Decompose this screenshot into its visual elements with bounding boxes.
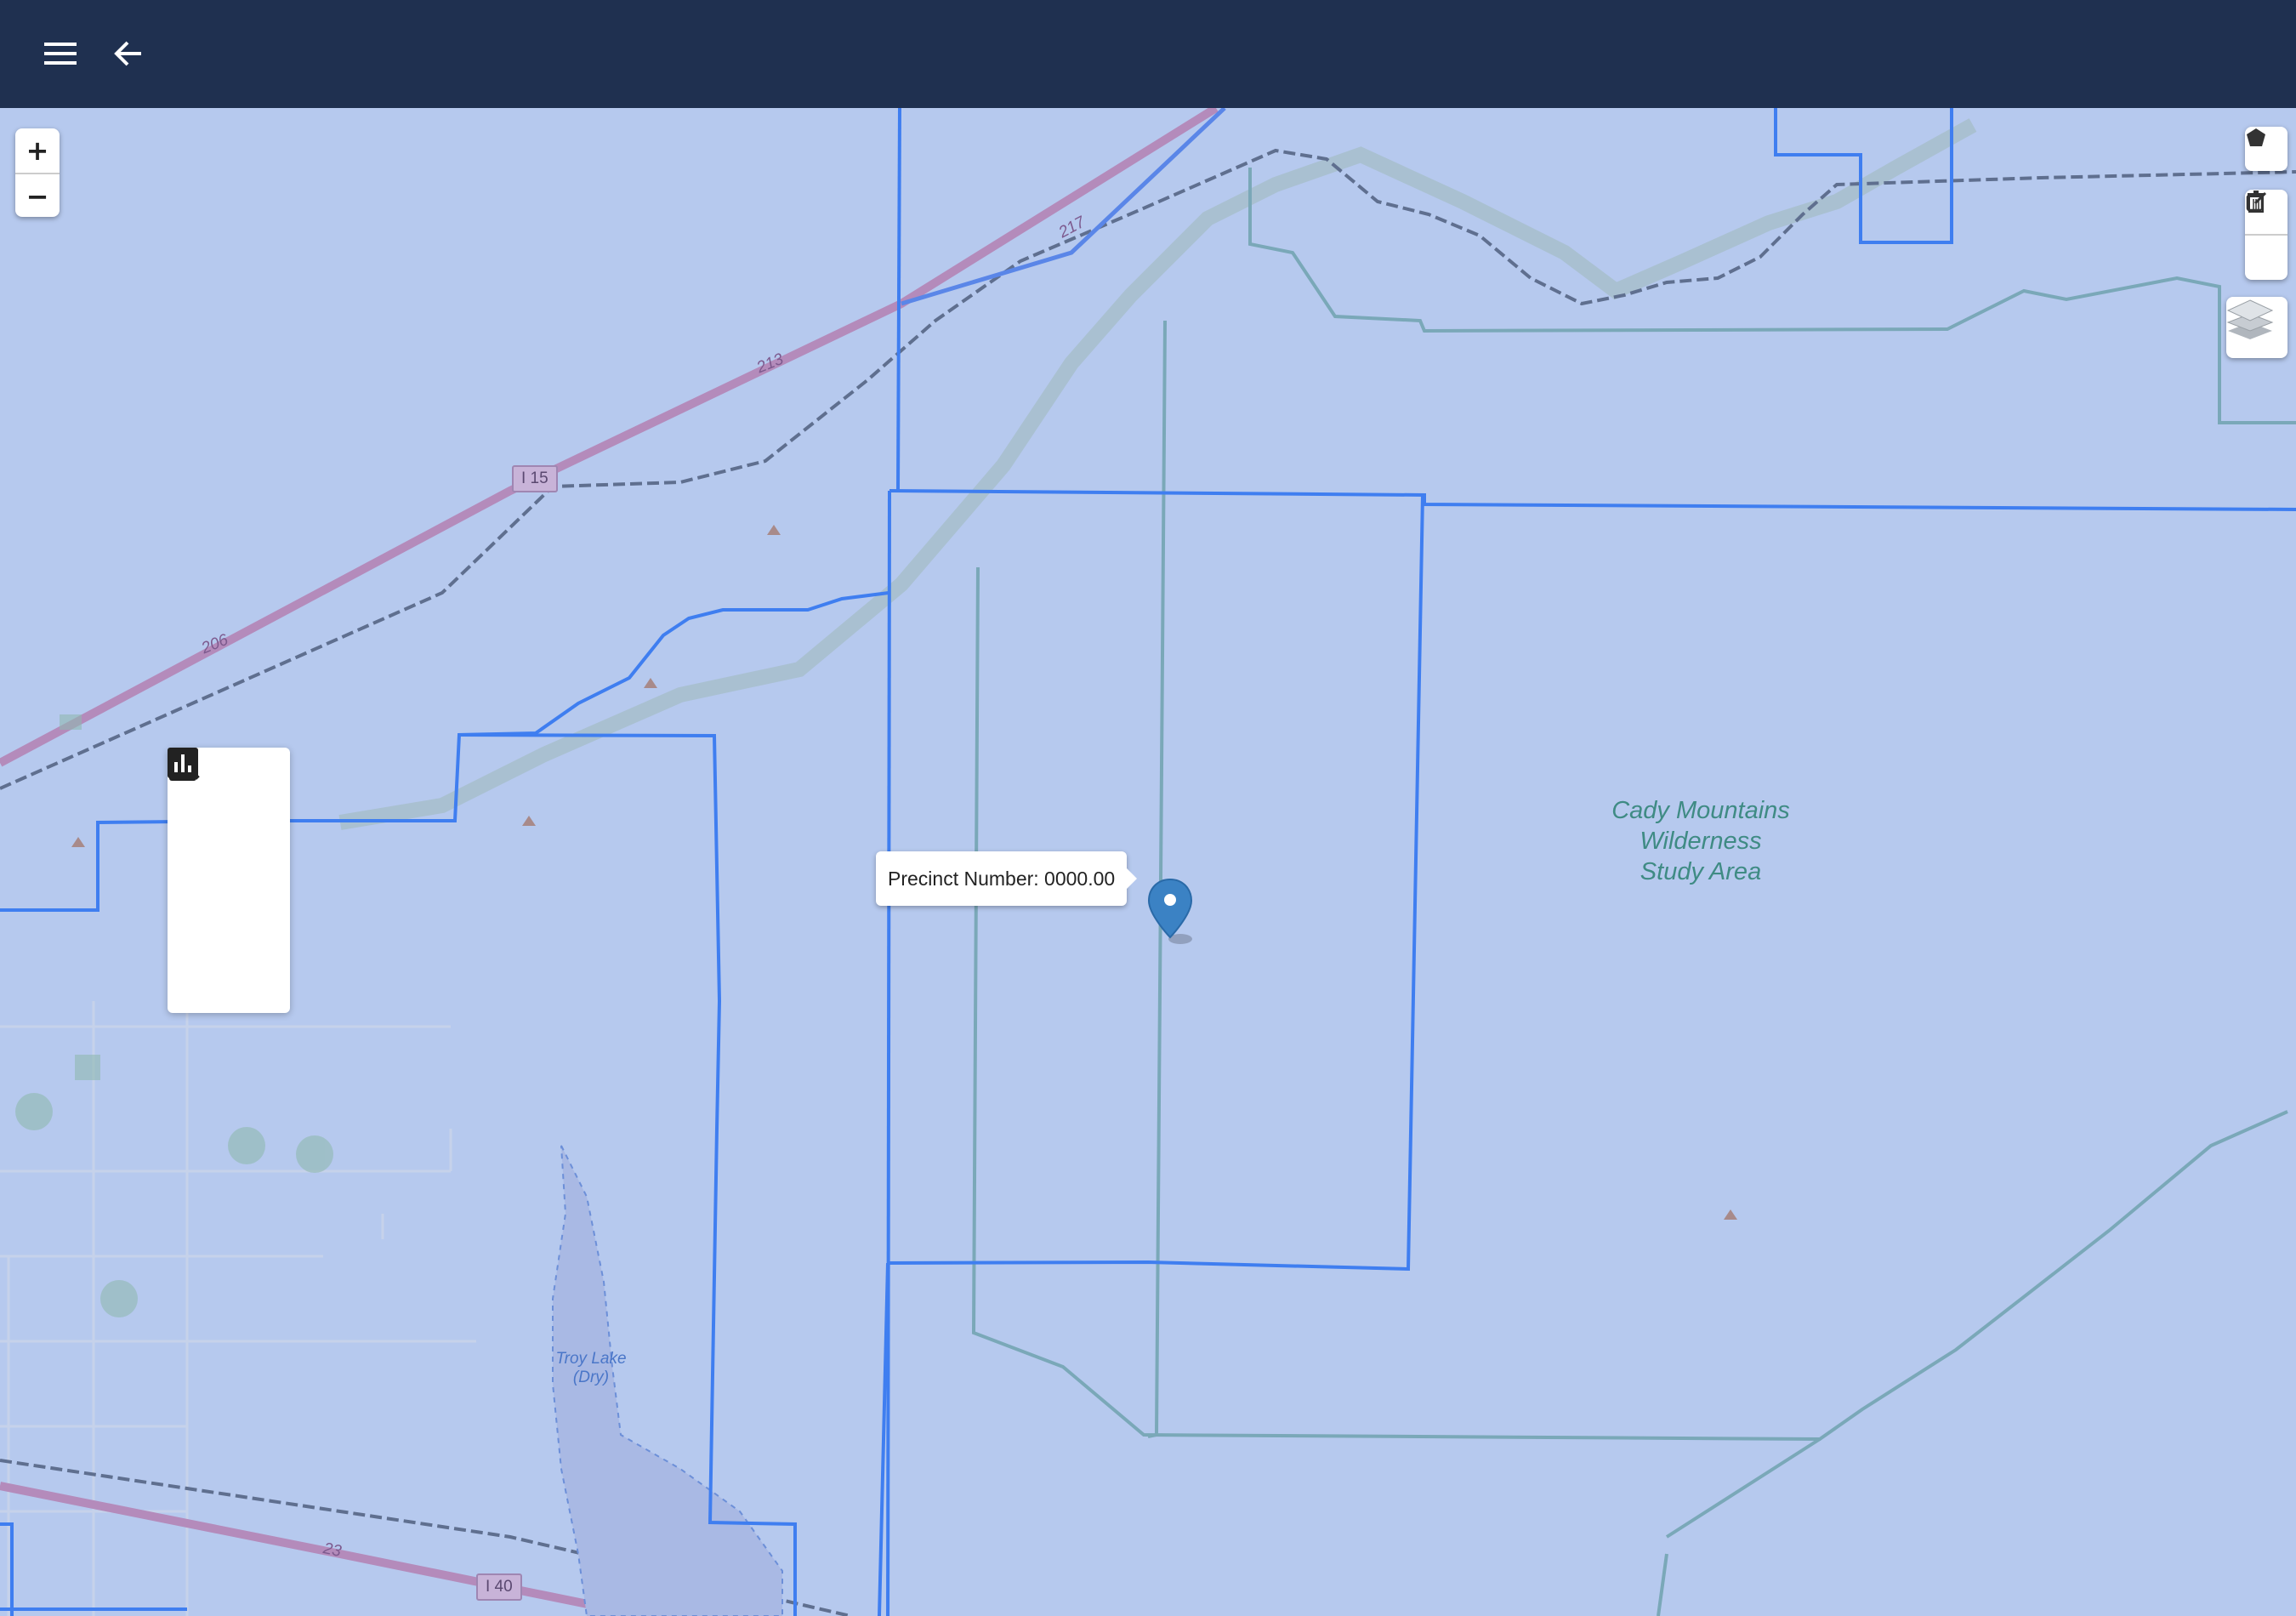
street-grid bbox=[0, 942, 476, 1616]
railway bbox=[0, 148, 2296, 790]
precinct-boundaries bbox=[0, 108, 2296, 1616]
tool-panel bbox=[168, 748, 290, 1013]
menu-button[interactable] bbox=[32, 32, 88, 78]
route-23-label: 23 bbox=[321, 1539, 344, 1561]
zoom-in-button[interactable]: + bbox=[15, 128, 60, 173]
arrow-back-icon bbox=[114, 39, 143, 72]
map-tiles bbox=[0, 108, 2296, 1616]
wilderness-boundary bbox=[1657, 1437, 1821, 1616]
wilderness-boundary bbox=[1248, 168, 2296, 424]
report-button[interactable] bbox=[168, 748, 290, 916]
highway-i15 bbox=[0, 108, 1219, 767]
top-app-bar bbox=[0, 0, 2296, 108]
map-marker-icon[interactable] bbox=[1146, 878, 1197, 954]
delete-layers-button[interactable] bbox=[2245, 191, 2287, 280]
wilderness-label-line: Study Area bbox=[1640, 858, 1762, 885]
zoom-control: + − bbox=[15, 128, 60, 217]
lake-label-line: (Dry) bbox=[572, 1368, 610, 1386]
lake-label: Troy Lake (Dry) bbox=[544, 1350, 638, 1387]
i40-shield: I 40 bbox=[476, 1573, 522, 1601]
menu-icon bbox=[44, 41, 77, 71]
wilderness-label-line: Cady Mountains bbox=[1611, 797, 1790, 824]
wilderness-boundary bbox=[971, 566, 2288, 1442]
wilderness-label-line: Wilderness bbox=[1640, 828, 1762, 855]
i15-shield: I 15 bbox=[512, 465, 558, 492]
search-button[interactable] bbox=[168, 750, 290, 845]
lake-label-line: Troy Lake bbox=[555, 1350, 627, 1368]
edit-toolbar bbox=[2245, 190, 2287, 280]
zoom-out-button[interactable]: − bbox=[15, 173, 60, 219]
river-wash bbox=[338, 118, 1977, 830]
precinct-popup: Precinct Number: 0000.00 bbox=[876, 851, 1138, 906]
chart-button[interactable] bbox=[168, 748, 290, 987]
layers-button[interactable] bbox=[2226, 297, 2287, 358]
back-button[interactable] bbox=[100, 32, 156, 78]
map-canvas[interactable]: I 15 I 40 217 213 206 23 Cady Mountains … bbox=[0, 108, 2296, 1616]
wilderness-area-label: Cady Mountains Wilderness Study Area bbox=[1556, 795, 1845, 887]
draw-toolbar bbox=[2245, 127, 2287, 171]
draw-polygon-button[interactable] bbox=[2245, 127, 2287, 171]
